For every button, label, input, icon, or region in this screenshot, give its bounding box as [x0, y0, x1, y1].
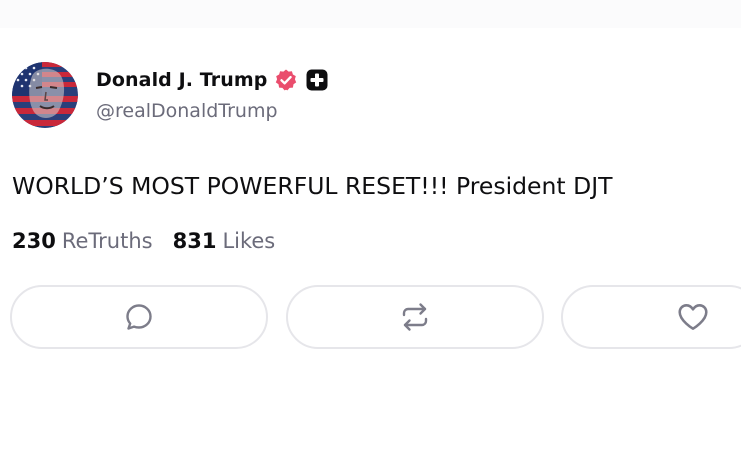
display-name[interactable]: Donald J. Trump: [96, 69, 267, 91]
author-handle[interactable]: @realDonaldTrump: [96, 100, 278, 122]
like-button[interactable]: [561, 285, 741, 349]
verified-badge-icon: [274, 68, 298, 92]
retruths-stat[interactable]: 230 ReTruths: [12, 229, 153, 253]
likes-stat[interactable]: 831 Likes: [173, 229, 276, 253]
reply-button[interactable]: [10, 285, 268, 349]
likes-count: 831: [172, 229, 217, 253]
retruth-icon: [398, 300, 432, 334]
retruths-count: 230: [12, 229, 56, 253]
retruth-button[interactable]: [286, 285, 544, 349]
heart-icon: [676, 300, 710, 334]
avatar-image: [12, 62, 78, 128]
likes-label: Likes: [222, 229, 276, 253]
plus-badge-icon: [306, 69, 328, 91]
avatar[interactable]: [12, 62, 78, 128]
retruths-label: ReTruths: [61, 229, 153, 253]
top-bar: [0, 0, 741, 28]
post-text: WORLD’S MOST POWERFUL RESET!!! President…: [12, 172, 613, 200]
reply-icon: [122, 300, 156, 334]
author-header: Donald J. Trump: [96, 64, 328, 96]
post-stats: 230 ReTruths 831 Likes: [12, 229, 275, 253]
